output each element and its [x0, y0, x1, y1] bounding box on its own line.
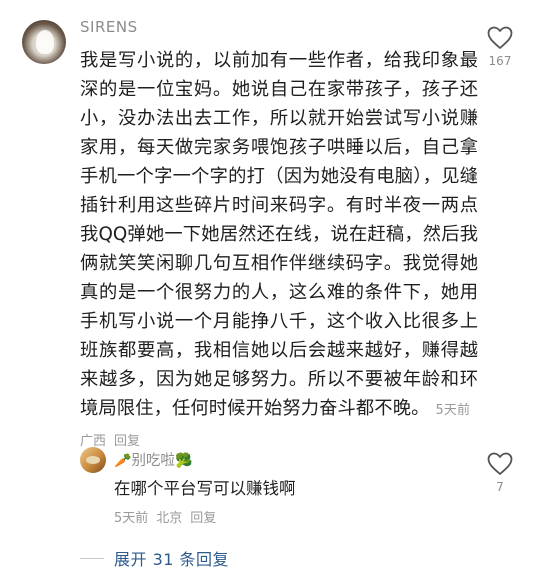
comment-time: 5天前	[435, 403, 471, 418]
reply-user-avatar[interactable]	[80, 447, 106, 473]
reply-location: 北京	[156, 511, 183, 526]
user-avatar[interactable]	[22, 20, 66, 64]
reply-meta: 5天前 北京 回复	[114, 507, 224, 526]
reply-username[interactable]: 🥕别吃啦🥦	[114, 449, 192, 470]
reply-like-count: 7	[496, 480, 504, 494]
comment-reply-button[interactable]: 回复	[114, 434, 140, 449]
broccoli-emoji: 🥦	[174, 453, 193, 469]
reply-reply-button[interactable]: 回复	[190, 511, 216, 526]
expand-replies-label: 展开 31 条回复	[114, 550, 230, 569]
comment-like-count: 167	[488, 54, 512, 68]
reply-like-button[interactable]: 7	[480, 452, 520, 494]
avatar-figure	[86, 456, 100, 464]
comment-thread: SIRENS 我是写小说的，以前加有一些作者，给我印象最深的是一位宝妈。她说自己…	[0, 0, 540, 588]
expand-replies-button[interactable]: 展开 31 条回复	[80, 546, 229, 570]
expand-divider	[80, 557, 104, 559]
heart-icon	[487, 26, 513, 49]
avatar-figure	[36, 30, 54, 54]
reply-time: 5天前	[114, 511, 149, 526]
comment-username[interactable]: SIRENS	[80, 18, 138, 36]
heart-icon	[487, 452, 513, 475]
reply-username-text: 别吃啦	[131, 453, 175, 469]
carrot-emoji: 🥕	[114, 453, 132, 469]
comment-like-button[interactable]: 167	[480, 26, 520, 68]
comment-text: 我是写小说的，以前加有一些作者，给我印象最深的是一位宝妈。她说自己在家带孩子，孩…	[80, 50, 478, 419]
reply-body: 在哪个平台写可以赚钱啊	[114, 479, 296, 498]
comment-body: 我是写小说的，以前加有一些作者，给我印象最深的是一位宝妈。她说自己在家带孩子，孩…	[80, 46, 478, 456]
